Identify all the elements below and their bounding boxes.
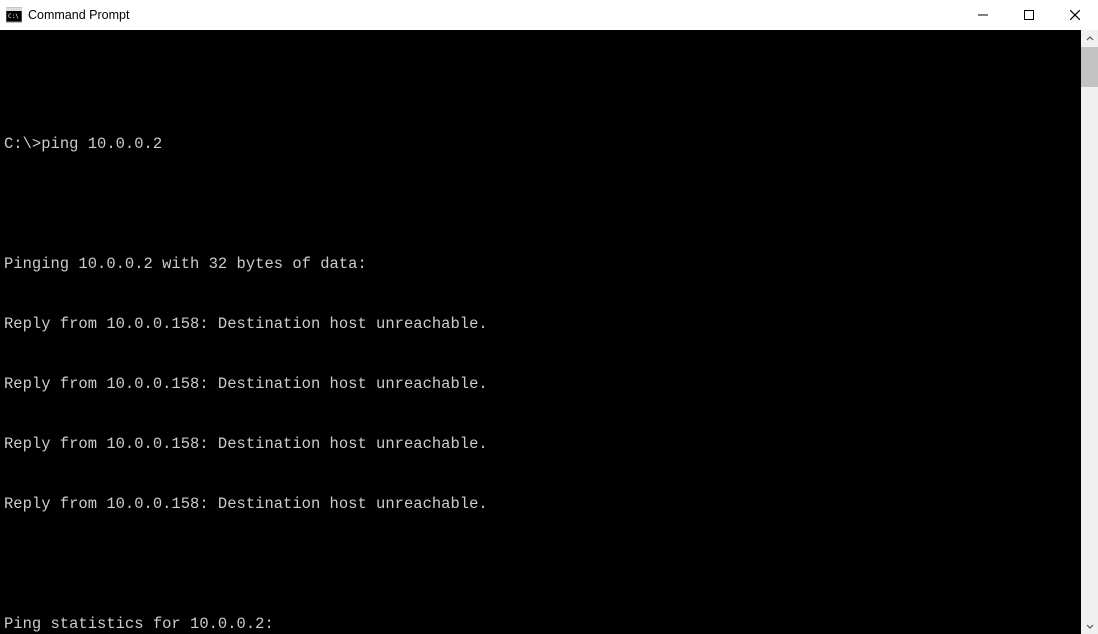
- output-line: Pinging 10.0.0.2 with 32 bytes of data:: [4, 254, 1081, 274]
- vertical-scrollbar[interactable]: [1081, 30, 1098, 634]
- client-area: C:\>ping 10.0.0.2 Pinging 10.0.0.2 with …: [0, 30, 1098, 634]
- scrollbar-track[interactable]: [1081, 47, 1098, 617]
- scroll-up-button[interactable]: [1081, 30, 1098, 47]
- output-line: Reply from 10.0.0.158: Destination host …: [4, 434, 1081, 454]
- output-line: Reply from 10.0.0.158: Destination host …: [4, 314, 1081, 334]
- entered-command: ping 10.0.0.2: [41, 135, 162, 153]
- output-line: Reply from 10.0.0.158: Destination host …: [4, 374, 1081, 394]
- cmd-app-icon: C:\: [6, 7, 22, 23]
- output-line: Reply from 10.0.0.158: Destination host …: [4, 494, 1081, 514]
- scrollbar-thumb[interactable]: [1081, 47, 1098, 87]
- svg-text:C:\: C:\: [8, 13, 19, 20]
- scroll-down-button[interactable]: [1081, 617, 1098, 634]
- window-title: Command Prompt: [28, 8, 129, 22]
- stats-header: Ping statistics for 10.0.0.2:: [4, 614, 1081, 634]
- minimize-button[interactable]: [960, 0, 1006, 30]
- prompt-text: C:\>: [4, 135, 41, 153]
- close-button[interactable]: [1052, 0, 1098, 30]
- command-line: C:\>ping 10.0.0.2: [4, 134, 1081, 154]
- terminal-output[interactable]: C:\>ping 10.0.0.2 Pinging 10.0.0.2 with …: [0, 30, 1081, 634]
- maximize-button[interactable]: [1006, 0, 1052, 30]
- title-bar: C:\ Command Prompt: [0, 0, 1098, 30]
- window-controls: [960, 0, 1098, 30]
